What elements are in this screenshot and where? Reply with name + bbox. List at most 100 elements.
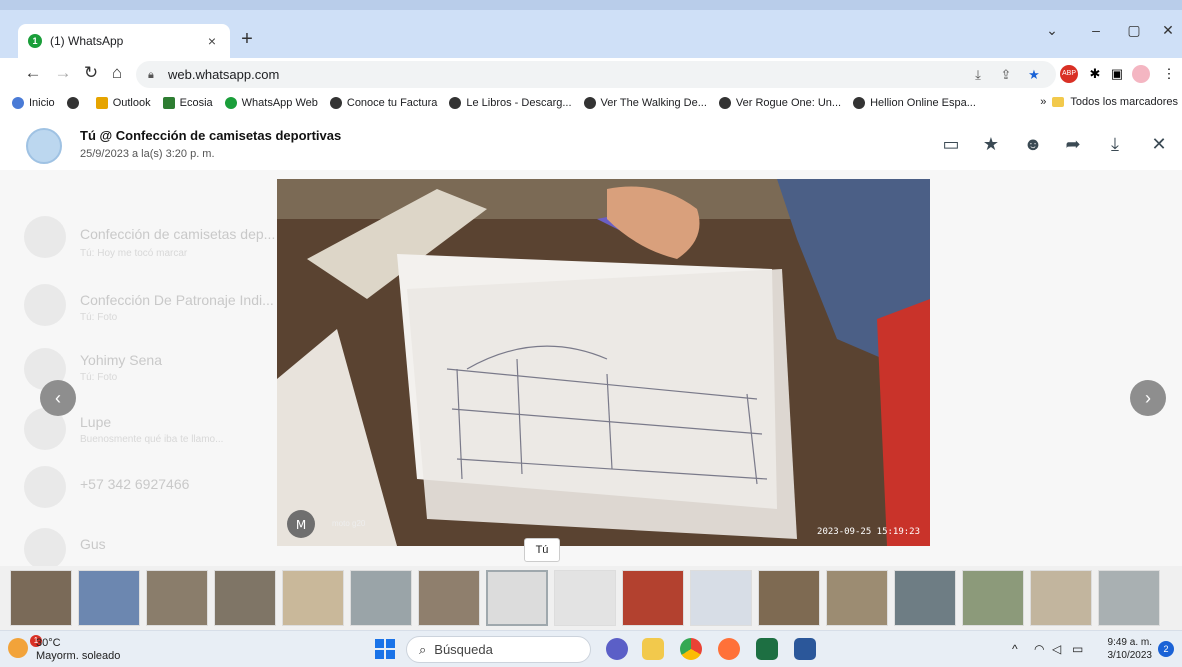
- media-thumbnail[interactable]: [1098, 570, 1160, 626]
- media-thumbnail[interactable]: [962, 570, 1024, 626]
- media-sender-title: Tú @ Confección de camisetas deportivas: [80, 128, 342, 143]
- media-thumbnail[interactable]: [486, 570, 548, 626]
- thumbnail-tooltip: Tú: [524, 538, 560, 562]
- excel-icon[interactable]: [756, 638, 778, 660]
- taskbar-search[interactable]: ⌕ Búsqueda: [406, 636, 591, 663]
- bookmarks-overflow-icon[interactable]: »: [1040, 96, 1046, 108]
- avatar: [24, 466, 66, 508]
- new-tab-button[interactable]: +: [236, 28, 258, 51]
- title-strip: [0, 0, 1182, 10]
- weather-sun-icon[interactable]: [8, 638, 28, 658]
- side-panel-icon[interactable]: ▣: [1108, 65, 1126, 83]
- media-thumbnail[interactable]: [554, 570, 616, 626]
- bookmark-item[interactable]: Ver The Walking De...: [583, 97, 707, 109]
- home-icon[interactable]: ⌂: [106, 63, 128, 83]
- bookmark-star-icon[interactable]: ★: [1026, 67, 1042, 83]
- word-icon[interactable]: [794, 638, 816, 660]
- notification-badge[interactable]: 2: [1158, 641, 1174, 657]
- download-icon[interactable]: ⤓: [1104, 134, 1126, 155]
- weather-description[interactable]: Mayorm. soleado: [36, 650, 120, 662]
- menu-kebab-icon[interactable]: ⋮: [1160, 65, 1178, 83]
- media-thumbnail[interactable]: [146, 570, 208, 626]
- chat-preview: Tú: Hoy me tocó marcar: [80, 248, 188, 259]
- avatar: [24, 528, 66, 570]
- bookmark-item[interactable]: [66, 97, 84, 109]
- minimize-button[interactable]: –: [1076, 22, 1116, 38]
- media-thumbnail[interactable]: [758, 570, 820, 626]
- all-bookmarks-link[interactable]: Todos los marcadores: [1070, 96, 1178, 108]
- media-thumbnail[interactable]: [1030, 570, 1092, 626]
- adblock-extension-icon[interactable]: ABP: [1060, 65, 1078, 83]
- chat-preview: Tú: Foto: [80, 312, 118, 323]
- close-icon[interactable]: ✕: [1148, 134, 1170, 155]
- bookmark-item[interactable]: Outlook: [95, 97, 151, 109]
- media-thumbnail[interactable]: [826, 570, 888, 626]
- media-thumbnail[interactable]: [622, 570, 684, 626]
- media-thumbnail-strip: [0, 566, 1182, 630]
- reload-icon[interactable]: ↻: [80, 63, 102, 83]
- folder-icon: [1052, 97, 1065, 107]
- forward-icon[interactable]: ➦: [1062, 134, 1084, 155]
- media-thumbnail[interactable]: [894, 570, 956, 626]
- group-avatar[interactable]: [26, 128, 62, 164]
- tray-caret-icon[interactable]: ^: [1012, 642, 1018, 656]
- install-app-icon[interactable]: ⤓: [970, 67, 986, 83]
- bookmark-item[interactable]: Hellion Online Espa...: [853, 97, 976, 109]
- reply-icon[interactable]: ▭: [940, 134, 962, 155]
- media-thumbnail[interactable]: [350, 570, 412, 626]
- media-viewer: Confección de camisetas dep... Tú: Hoy m…: [0, 116, 1182, 630]
- share-icon[interactable]: ⇪: [998, 67, 1014, 83]
- previous-media-button[interactable]: ‹: [40, 380, 76, 416]
- media-photo: M moto g20 2023-09-25 15:19:23: [277, 179, 930, 546]
- chrome-icon[interactable]: [680, 638, 702, 660]
- emoji-icon[interactable]: ☻: [1022, 134, 1044, 155]
- clock-date: 3/10/2023: [1107, 650, 1153, 661]
- chat-preview: Tú: Foto: [80, 372, 118, 383]
- avatar: [24, 284, 66, 326]
- chat-name: Lupe: [80, 414, 112, 430]
- profile-avatar[interactable]: [1132, 65, 1150, 83]
- ecosia-icon: [162, 97, 175, 109]
- close-window-button[interactable]: ✕: [1148, 22, 1182, 39]
- file-explorer-icon[interactable]: [642, 638, 664, 660]
- bookmark-item[interactable]: Conoce tu Factura: [329, 97, 437, 109]
- tab-close-icon[interactable]: ×: [204, 33, 220, 49]
- teams-chat-icon[interactable]: [606, 638, 628, 660]
- browser-toolbar: ← → ↻ ⌂ 🔒︎ web.whatsapp.com ⤓ ⇪ ★: [0, 58, 1182, 90]
- wifi-icon[interactable]: ◠: [1034, 642, 1044, 656]
- media-thumbnail[interactable]: [690, 570, 752, 626]
- battery-icon[interactable]: ▭: [1072, 642, 1083, 656]
- search-icon: ⌕: [419, 641, 427, 657]
- tab-whatsapp[interactable]: 1 (1) WhatsApp ×: [18, 24, 230, 58]
- bookmark-item[interactable]: Inicio: [12, 97, 55, 109]
- url-text: web.whatsapp.com: [168, 67, 280, 82]
- next-media-button[interactable]: ›: [1130, 380, 1166, 416]
- bookmark-item[interactable]: Le Libros - Descarg...: [449, 97, 572, 109]
- media-header: Tú @ Confección de camisetas deportivas …: [0, 116, 1182, 170]
- extensions-puzzle-icon[interactable]: ✱: [1086, 65, 1104, 83]
- tab-search-icon[interactable]: ⌄: [1032, 22, 1072, 39]
- volume-icon[interactable]: ◁: [1052, 642, 1061, 656]
- bookmark-item[interactable]: Ecosia: [162, 97, 213, 109]
- outlook-icon: [95, 97, 108, 109]
- media-thumbnail[interactable]: [10, 570, 72, 626]
- media-thumbnail[interactable]: [214, 570, 276, 626]
- media-thumbnail[interactable]: [418, 570, 480, 626]
- back-icon[interactable]: ←: [22, 63, 44, 83]
- bookmark-item[interactable]: WhatsApp Web: [224, 97, 318, 109]
- clock[interactable]: 9:49 a. m. 3/10/2023: [1108, 636, 1153, 662]
- firefox-icon[interactable]: [718, 638, 740, 660]
- address-bar[interactable]: 🔒︎ web.whatsapp.com ⤓ ⇪ ★: [136, 61, 1056, 88]
- bookmark-item[interactable]: Ver Rogue One: Un...: [718, 97, 841, 109]
- browser-tab-strip: 1 (1) WhatsApp × + ⌄ – ▢ ✕: [0, 0, 1182, 58]
- clock-time: 9:49 a. m.: [1107, 637, 1152, 648]
- media-thumbnail[interactable]: [282, 570, 344, 626]
- globe-icon: [66, 97, 79, 109]
- inicio-icon: [12, 97, 24, 109]
- chat-name: Confección De Patronaje Indi...: [80, 292, 274, 308]
- windows-start-icon[interactable]: [375, 639, 395, 659]
- media-thumbnail[interactable]: [78, 570, 140, 626]
- forward-icon[interactable]: →: [52, 63, 74, 83]
- star-icon[interactable]: ★: [980, 134, 1002, 155]
- weather-temperature[interactable]: 30°C: [36, 637, 61, 649]
